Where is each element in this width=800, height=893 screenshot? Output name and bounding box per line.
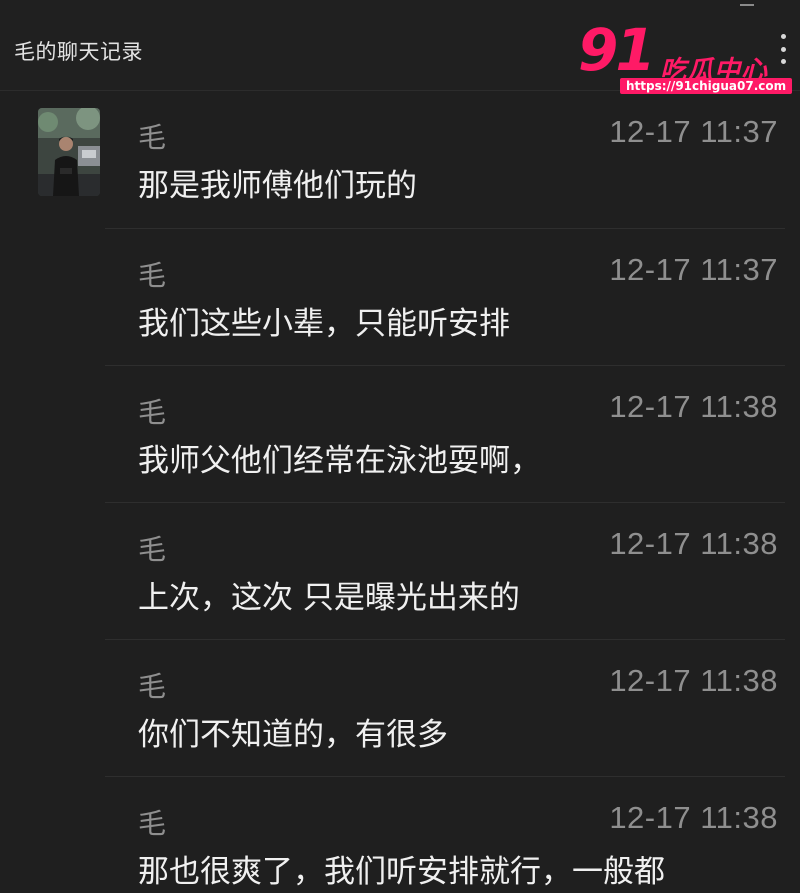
message-text: 你们不知道的，有很多	[138, 717, 448, 753]
message-time: 12-17 11:38	[609, 663, 778, 698]
message-time: 12-17 11:37	[609, 252, 778, 287]
avatar[interactable]	[38, 108, 100, 196]
message-divider	[105, 776, 785, 777]
message-time: 12-17 11:38	[609, 389, 778, 424]
watermark-logo: 91 吃瓜中心 https://91chigua07.com	[578, 16, 793, 100]
message-time: 12-17 11:38	[609, 526, 778, 561]
message-sender: 毛	[138, 259, 167, 292]
message-time: 12-17 11:38	[609, 800, 778, 835]
message-text: 那也很爽了，我们听安排就行，一般都	[138, 854, 665, 890]
message-text: 那是我师傅他们玩的	[138, 168, 417, 204]
message-text: 上次，这次 只是曝光出来的	[138, 580, 520, 616]
watermark-number: 91	[578, 16, 656, 84]
message-divider	[105, 502, 785, 503]
message-item[interactable]: 毛 12-17 11:38 那也很爽了，我们听安排就行，一般都	[105, 794, 785, 893]
window-title: 毛的聊天记录	[14, 40, 143, 64]
message-sender: 毛	[138, 807, 167, 840]
more-options-icon[interactable]	[780, 34, 786, 64]
message-divider	[105, 639, 785, 640]
message-text: 我们这些小辈，只能听安排	[138, 306, 510, 342]
message-time: 12-17 11:37	[609, 114, 778, 149]
message-divider	[105, 365, 785, 366]
message-item[interactable]: 毛 12-17 11:37 我们这些小辈，只能听安排	[105, 246, 785, 384]
message-item[interactable]: 毛 12-17 11:38 你们不知道的，有很多	[105, 657, 785, 795]
message-item[interactable]: 毛 12-17 11:38 我师父他们经常在泳池耍啊，	[105, 383, 785, 521]
message-item[interactable]: 毛 12-17 11:38 上次，这次 只是曝光出来的	[105, 520, 785, 658]
message-sender: 毛	[138, 121, 167, 154]
message-sender: 毛	[138, 670, 167, 703]
message-sender: 毛	[138, 396, 167, 429]
message-sender: 毛	[138, 533, 167, 566]
chat-history-window: 毛的聊天记录 91 吃瓜中心 https://91chigua07.com 毛 …	[0, 0, 800, 893]
minimize-icon[interactable]	[740, 4, 754, 6]
message-item[interactable]: 毛 12-17 11:37 那是我师傅他们玩的	[105, 108, 785, 246]
watermark-url: https://91chigua07.com	[620, 78, 793, 94]
message-divider	[105, 228, 785, 229]
message-text: 我师父他们经常在泳池耍啊，	[138, 443, 541, 479]
